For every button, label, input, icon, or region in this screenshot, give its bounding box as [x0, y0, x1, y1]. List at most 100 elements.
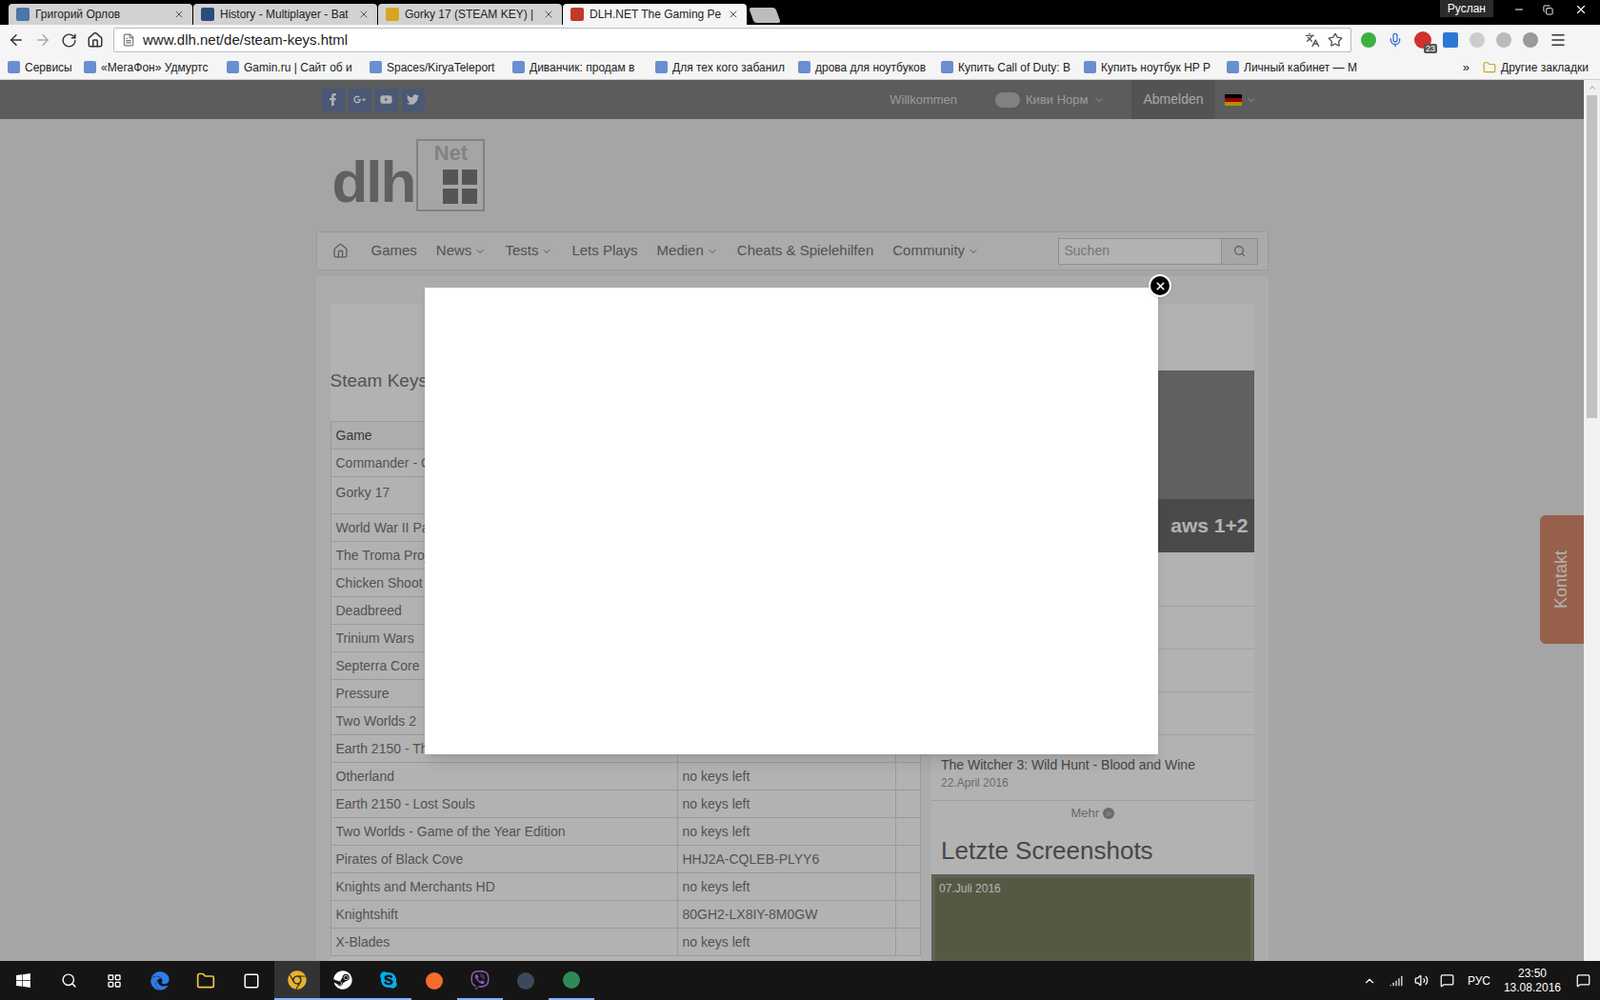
viber-button[interactable]: [457, 960, 503, 1000]
action-center-icon[interactable]: [1576, 973, 1591, 988]
folder-icon: [196, 971, 216, 991]
store-icon: [242, 972, 260, 990]
edge-icon: [150, 971, 170, 991]
translate-icon[interactable]: [1304, 32, 1320, 48]
url: www.dlh.net/de/steam-keys.html: [142, 29, 1298, 52]
browser-tab[interactable]: Григорий Орлов: [8, 3, 193, 25]
store-button[interactable]: [228, 960, 275, 1000]
bookmark[interactable]: Сервисы: [7, 59, 84, 77]
extension-icon[interactable]: [1496, 32, 1512, 48]
bookmark-favicon-icon: [940, 60, 954, 74]
close-icon[interactable]: [727, 8, 740, 20]
bookmark-favicon-icon: [226, 60, 240, 74]
browser-tab[interactable]: DLH.NET The Gaming Pe: [562, 3, 747, 25]
app-icon: [517, 972, 535, 990]
bookmark[interactable]: Личный кабинет — М: [1226, 59, 1370, 77]
screen: Григорий Орлов History - Multiplayer - Ba…: [0, 0, 1600, 1000]
mic-icon[interactable]: [1387, 32, 1403, 48]
app-icon: [562, 971, 580, 989]
forward-icon[interactable]: [34, 31, 52, 49]
bookmark-favicon-icon: [1226, 60, 1240, 74]
steam-button[interactable]: [320, 960, 366, 1000]
extension-icon[interactable]: [1360, 32, 1377, 48]
close-icon: [1154, 280, 1167, 293]
bookmark-label: Gamin.ru | Сайт об и: [243, 59, 353, 77]
bookmark-label: Диванчик: продам в: [529, 59, 635, 77]
tray-expand-icon[interactable]: [1362, 974, 1377, 988]
search-button[interactable]: [45, 960, 92, 1000]
steam-icon: [333, 970, 353, 990]
restore-icon: [1542, 4, 1554, 16]
profile-button[interactable]: Руслан: [1440, 0, 1494, 18]
minimize-icon: [1513, 3, 1525, 16]
volume-icon[interactable]: [1414, 973, 1429, 988]
bookmark-favicon-icon: [512, 60, 525, 74]
bookmark[interactable]: Диванчик: продам в: [512, 59, 656, 77]
browser-tab[interactable]: Gorky 17 (STEAM KEY) | Ф: [378, 3, 562, 25]
chrome-button[interactable]: [274, 960, 320, 1000]
bookmark[interactable]: «МегаФон» Удмуртс: [83, 59, 227, 77]
browser-tab[interactable]: History - Multiplayer - Bat: [193, 3, 378, 25]
start-button[interactable]: [0, 960, 46, 1000]
bookmark-star-icon[interactable]: [1327, 32, 1343, 48]
toolbar: www.dlh.net/de/steam-keys.html 23: [0, 24, 1600, 56]
edge-button[interactable]: [137, 960, 183, 1000]
back-icon[interactable]: [7, 31, 25, 49]
bookmark-label: Личный кабинет — М: [1243, 59, 1358, 77]
restore-button[interactable]: [1533, 0, 1562, 20]
tab-title: History - Multiplayer - Bat: [220, 5, 353, 23]
favicon-icon: [200, 7, 215, 21]
explorer-button[interactable]: [182, 960, 229, 1000]
app-button[interactable]: [548, 960, 595, 1000]
reload-icon[interactable]: [60, 32, 78, 49]
origin-button[interactable]: [411, 960, 458, 1000]
app-button[interactable]: [502, 960, 549, 1000]
scrollbar-thumb[interactable]: [1586, 95, 1598, 419]
clock[interactable]: 23:5013.08.2016: [1498, 966, 1567, 996]
new-tab-button[interactable]: [748, 7, 781, 23]
skype-extension-icon[interactable]: [1469, 32, 1485, 48]
bookmark[interactable]: Купить Call of Duty: B: [940, 59, 1084, 77]
task-view-button[interactable]: [91, 960, 138, 1000]
bookmark[interactable]: Spaces/KiryaTeleport: [369, 59, 513, 77]
favicon-icon: [385, 7, 400, 21]
bookmark-favicon-icon: [798, 60, 811, 74]
favicon-icon: [16, 7, 30, 21]
bookmark[interactable]: дрова для ноутбуков: [798, 59, 941, 77]
bookmark-label: Купить ноутбук HP P: [1100, 59, 1211, 77]
bookmark-label: дрова для ноутбуков: [815, 59, 926, 77]
tab-strip: Григорий Орлов History - Multiplayer - Ba…: [0, 0, 1600, 25]
bookmark[interactable]: Gamin.ru | Сайт об и: [226, 59, 370, 77]
bookmark-favicon-icon: [7, 60, 20, 74]
extension-icon[interactable]: [1522, 32, 1539, 48]
close-icon: [1574, 2, 1588, 17]
minimize-button[interactable]: [1504, 0, 1534, 20]
viber-icon: [470, 970, 490, 990]
extension-icon[interactable]: [1442, 32, 1459, 48]
bookmark-label: Сервисы: [24, 59, 73, 77]
skype-button[interactable]: [365, 960, 412, 1000]
bookmark[interactable]: Купить ноутбук HP P: [1083, 59, 1227, 77]
scrollbar[interactable]: [1583, 80, 1600, 961]
other-bookmarks[interactable]: Другие закладки: [1482, 59, 1589, 77]
close-icon[interactable]: [542, 8, 555, 20]
bookmarks-more[interactable]: »: [1462, 58, 1470, 78]
bookmark-label: Spaces/KiryaTeleport: [386, 59, 495, 77]
bookmark-favicon-icon: [1083, 60, 1097, 74]
chrome-icon: [287, 970, 307, 990]
language-indicator[interactable]: РУС: [1467, 972, 1491, 990]
close-icon[interactable]: [358, 8, 370, 20]
bookmark[interactable]: Для тех кого забанил: [655, 59, 799, 77]
menu-icon[interactable]: [1549, 31, 1567, 49]
notifications-icon[interactable]: [1440, 973, 1455, 988]
tab-title: Григорий Орлов: [35, 5, 168, 23]
close-icon[interactable]: [173, 8, 185, 20]
close-button[interactable]: [1561, 0, 1600, 20]
modal-close-button[interactable]: [1148, 274, 1172, 298]
adblock-icon[interactable]: 23: [1414, 31, 1432, 49]
home-icon[interactable]: [86, 31, 104, 49]
bookmark-favicon-icon: [655, 60, 668, 74]
network-icon[interactable]: [1389, 974, 1403, 988]
task-view-icon: [106, 973, 122, 989]
omnibox[interactable]: www.dlh.net/de/steam-keys.html: [113, 27, 1352, 53]
